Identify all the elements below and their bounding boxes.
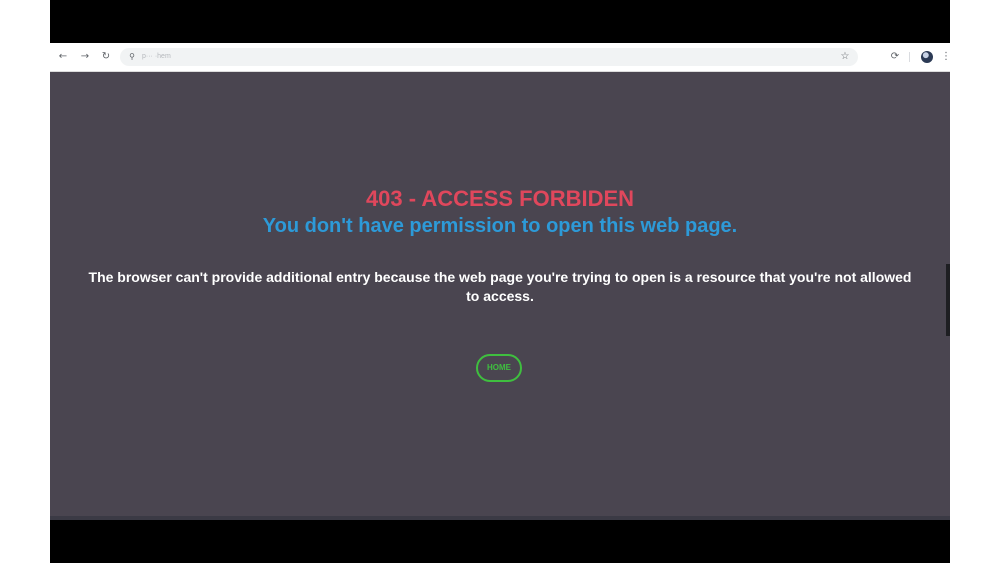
error-title: 403 - ACCESS FORBIDEN bbox=[365, 186, 635, 211]
back-icon[interactable]: ← bbox=[56, 50, 70, 64]
reload-icon[interactable]: ↻ bbox=[99, 50, 113, 64]
error-description: The browser can't provide additional ent… bbox=[88, 269, 912, 304]
browser-toolbar: ← → ↻ ⚲ p··· ·hem ☆ ⟳ ⋮ bbox=[50, 43, 950, 72]
letterbox-top bbox=[50, 0, 950, 43]
home-button[interactable]: HOME bbox=[476, 354, 522, 382]
forward-icon[interactable]: → bbox=[78, 50, 92, 64]
profile-avatar[interactable] bbox=[921, 51, 933, 63]
url-text: p··· ·hem bbox=[142, 53, 171, 60]
letterbox-bottom bbox=[50, 520, 950, 563]
toolbar-divider bbox=[909, 52, 910, 62]
extension-icon[interactable]: ⟳ bbox=[888, 50, 902, 64]
browser-menu-icon[interactable]: ⋮ bbox=[941, 50, 949, 64]
video-frame: ← → ↻ ⚲ p··· ·hem ☆ ⟳ ⋮ 403 - ACCESS FOR… bbox=[50, 0, 950, 563]
error-subtitle: You don't have permission to open this w… bbox=[262, 215, 738, 237]
bookmark-star-icon[interactable]: ☆ bbox=[838, 50, 852, 64]
error-page: 403 - ACCESS FORBIDEN You don't have per… bbox=[50, 72, 950, 516]
site-info-icon[interactable]: ⚲ bbox=[126, 51, 138, 63]
address-bar[interactable]: ⚲ p··· ·hem bbox=[120, 48, 858, 66]
side-scrollbar[interactable] bbox=[946, 264, 950, 336]
